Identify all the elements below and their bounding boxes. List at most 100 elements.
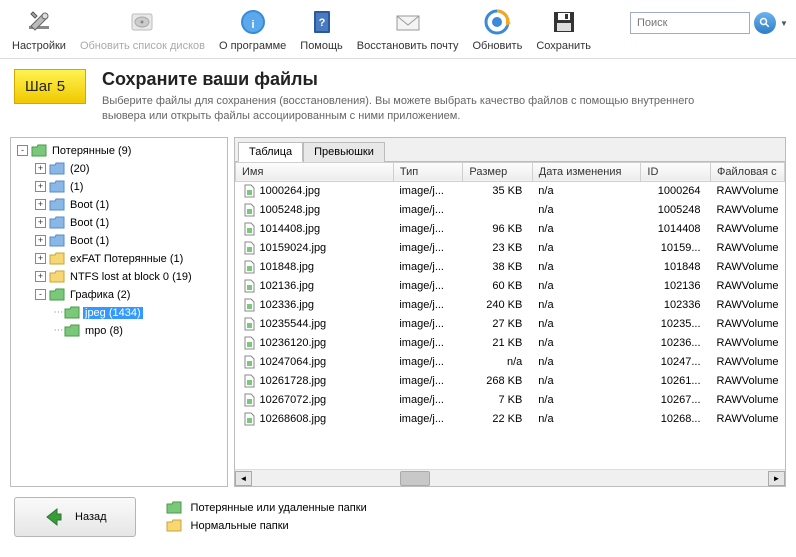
table-row[interactable]: 10235544.jpgimage/j...27 KBn/a10235...RA… (236, 314, 785, 333)
file-table-wrap[interactable]: Имя Тип Размер Дата изменения ID Файлова… (235, 162, 785, 469)
help-button[interactable]: ? Помощь (296, 4, 347, 54)
tree-label: Потерянные (9) (50, 145, 133, 157)
tree-label: Графика (2) (68, 289, 132, 301)
folder-icon (64, 306, 80, 320)
tree-toggle-icon[interactable]: + (35, 253, 46, 264)
footer: Назад Потерянные или удаленные папки Нор… (0, 487, 796, 547)
save-button[interactable]: Сохранить (532, 4, 595, 54)
step-title: Сохраните ваши файлы (102, 69, 702, 90)
tree-label: exFAT Потерянные (1) (68, 253, 185, 265)
tree-node[interactable]: + (1) (13, 178, 225, 196)
tree-node[interactable]: + exFAT Потерянные (1) (13, 250, 225, 268)
step-badge: Шаг 5 (14, 69, 86, 104)
refresh-button[interactable]: Обновить (469, 4, 527, 54)
table-row[interactable]: 10247064.jpgimage/j...n/an/a10247...RAWV… (236, 352, 785, 371)
folder-icon (49, 234, 65, 248)
folder-icon (49, 252, 65, 266)
tree-label: jpeg (1434) (83, 307, 143, 319)
folder-yellow-icon (166, 519, 182, 533)
tree-node[interactable]: - Потерянные (9) (13, 142, 225, 160)
col-type[interactable]: Тип (393, 162, 463, 181)
step-header: Шаг 5 Сохраните ваши файлы Выберите файл… (0, 59, 796, 137)
save-icon (548, 6, 580, 38)
tree-node[interactable]: + Boot (1) (13, 196, 225, 214)
info-icon: i (237, 6, 269, 38)
tree-node[interactable]: ⋯ jpeg (1434) (13, 304, 225, 322)
tree-node[interactable]: + (20) (13, 160, 225, 178)
tree-label: Boot (1) (68, 199, 111, 211)
col-fs[interactable]: Файловая с (711, 162, 785, 181)
tree-label: (20) (68, 163, 92, 175)
scroll-thumb[interactable] (400, 471, 430, 486)
search-button[interactable] (754, 12, 776, 34)
svg-text:i: i (251, 19, 254, 31)
file-icon (242, 374, 256, 388)
table-row[interactable]: 102336.jpgimage/j...240 KBn/a102336RAWVo… (236, 295, 785, 314)
scroll-left-arrow[interactable]: ◄ (235, 471, 252, 486)
tree-toggle-icon[interactable]: + (35, 217, 46, 228)
table-row[interactable]: 101848.jpgimage/j...38 KBn/a101848RAWVol… (236, 257, 785, 276)
refresh-disks-button[interactable]: Обновить список дисков (76, 4, 209, 54)
tree-leaf-icon: ⋯ (53, 307, 64, 318)
tree-label: mpo (8) (83, 325, 125, 337)
horizontal-scrollbar[interactable]: ◄ ► (235, 469, 785, 486)
file-table: Имя Тип Размер Дата изменения ID Файлова… (235, 162, 785, 429)
scroll-right-arrow[interactable]: ► (768, 471, 785, 486)
tree-label: NTFS lost at block 0 (19) (68, 271, 194, 283)
back-button[interactable]: Назад (14, 497, 136, 537)
table-row[interactable]: 1005248.jpgimage/j...n/a1005248RAWVolume (236, 200, 785, 219)
table-row[interactable]: 102136.jpgimage/j...60 KBn/a102136RAWVol… (236, 276, 785, 295)
restore-mail-button[interactable]: Восстановить почту (353, 4, 463, 54)
col-size[interactable]: Размер (463, 162, 532, 181)
table-row[interactable]: 1014408.jpgimage/j...96 KBn/a1014408RAWV… (236, 219, 785, 238)
search-input[interactable] (630, 12, 750, 34)
folder-icon (49, 180, 65, 194)
legend-lost-label: Потерянные или удаленные папки (191, 502, 367, 514)
tree-node[interactable]: - Графика (2) (13, 286, 225, 304)
col-date[interactable]: Дата изменения (532, 162, 641, 181)
help-icon: ? (306, 6, 338, 38)
back-arrow-icon (43, 506, 65, 528)
tree-node[interactable]: +Boot (1) (13, 232, 225, 250)
table-row[interactable]: 1000264.jpgimage/j...35 KBn/a1000264RAWV… (236, 181, 785, 200)
table-row[interactable]: 10261728.jpgimage/j...268 KBn/a10261...R… (236, 371, 785, 390)
settings-icon (23, 6, 55, 38)
search-area: ▼ (630, 12, 788, 34)
search-dropdown[interactable]: ▼ (780, 12, 788, 34)
file-icon (242, 184, 256, 198)
tree-node[interactable]: +Boot (1) (13, 214, 225, 232)
table-row[interactable]: 10268608.jpgimage/j...22 KBn/a10268...RA… (236, 409, 785, 428)
folder-icon (49, 162, 65, 176)
folder-icon (49, 216, 65, 230)
tree-toggle-icon[interactable]: - (35, 289, 46, 300)
table-row[interactable]: 10236120.jpgimage/j...21 KBn/a10236...RA… (236, 333, 785, 352)
about-button[interactable]: i О программе (215, 4, 290, 54)
file-icon (242, 412, 256, 426)
settings-button[interactable]: Настройки (8, 4, 70, 54)
folder-icon (49, 270, 65, 284)
table-row[interactable]: 10159024.jpgimage/j...23 KBn/a10159...RA… (236, 238, 785, 257)
folder-tree[interactable]: -Потерянные (9)+ (20)+ (1)+Boot (1)+Boot… (10, 137, 228, 487)
tab-thumbs[interactable]: Превьюшки (303, 142, 385, 162)
col-id[interactable]: ID (641, 162, 711, 181)
tree-node[interactable]: ⋯ mpo (8) (13, 322, 225, 340)
tree-toggle-icon[interactable]: + (35, 199, 46, 210)
tree-leaf-icon: ⋯ (53, 325, 64, 336)
tab-table[interactable]: Таблица (238, 142, 303, 162)
legend: Потерянные или удаленные папки Нормальны… (166, 501, 367, 533)
table-row[interactable]: 10267072.jpgimage/j...7 KBn/a10267...RAW… (236, 390, 785, 409)
refresh-icon (481, 6, 513, 38)
main-toolbar: Настройки Обновить список дисков i О про… (0, 0, 796, 59)
tree-toggle-icon[interactable]: + (35, 181, 46, 192)
col-name[interactable]: Имя (236, 162, 394, 181)
tree-toggle-icon[interactable]: + (35, 163, 46, 174)
folder-icon (49, 198, 65, 212)
folder-icon (64, 324, 80, 338)
search-icon (759, 17, 771, 29)
tree-toggle-icon[interactable]: + (35, 271, 46, 282)
file-icon (242, 260, 256, 274)
tree-toggle-icon[interactable]: + (35, 235, 46, 246)
tree-node[interactable]: + NTFS lost at block 0 (19) (13, 268, 225, 286)
tree-toggle-icon[interactable]: - (17, 145, 28, 156)
view-tabs: Таблица Превьюшки (235, 138, 785, 162)
